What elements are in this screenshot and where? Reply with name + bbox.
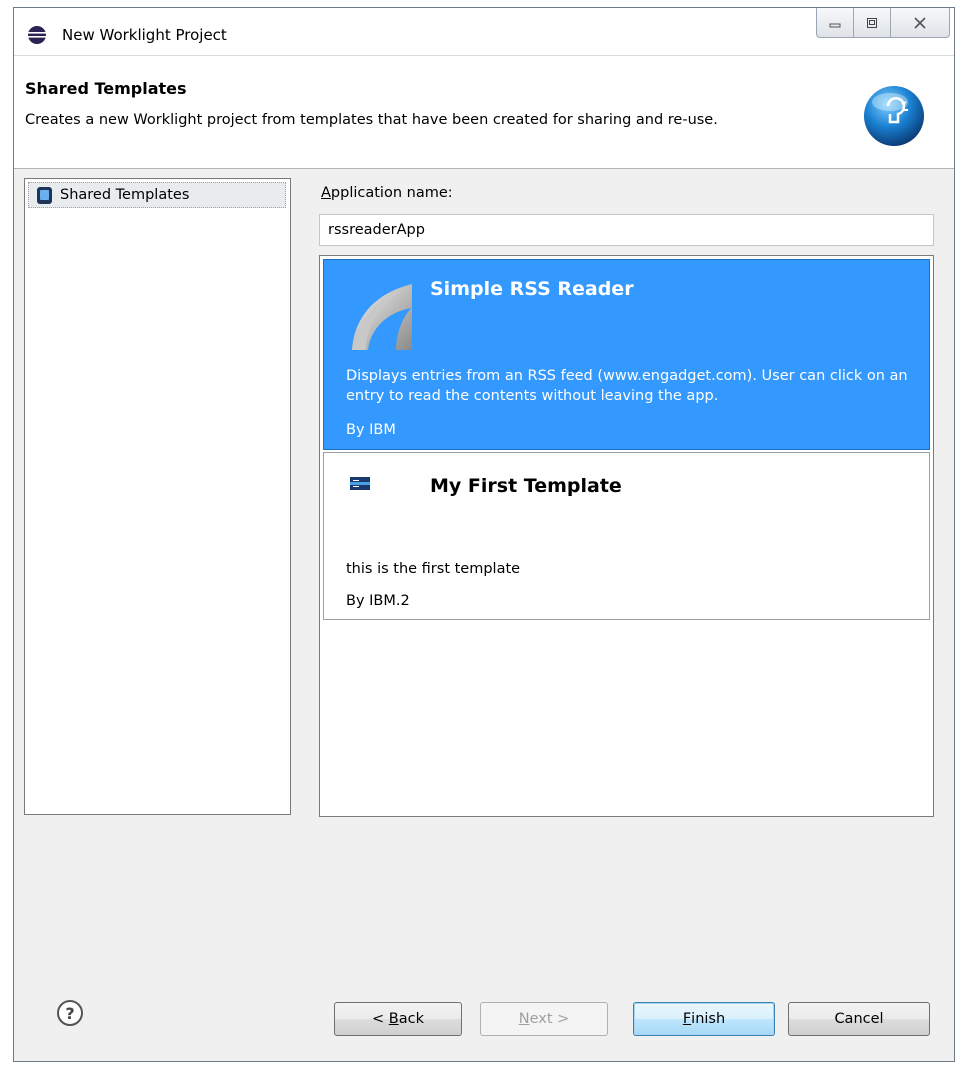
- template-item-my-first-template[interactable]: My First Template this is the first temp…: [323, 452, 930, 620]
- template-item-simple-rss-reader[interactable]: Simple RSS Reader Displays entries from …: [323, 259, 930, 450]
- tree-item-label: Shared Templates: [60, 187, 190, 203]
- minimize-button[interactable]: [816, 8, 854, 38]
- worklight-logo-icon: [864, 86, 924, 146]
- restore-icon: [867, 17, 877, 28]
- template-description: this is the first template: [346, 561, 521, 577]
- window-controls: [816, 8, 950, 38]
- rss-icon: [352, 284, 412, 350]
- restore-button[interactable]: [853, 8, 891, 38]
- close-icon: [914, 16, 926, 29]
- close-button[interactable]: [890, 8, 950, 38]
- template-author: By IBM.2: [346, 593, 410, 609]
- next-button[interactable]: Next >: [480, 1002, 608, 1036]
- back-button[interactable]: < Back: [334, 1002, 462, 1036]
- template-title: My First Template: [430, 475, 622, 497]
- help-button[interactable]: ?: [57, 1000, 83, 1026]
- tree-item-shared-templates[interactable]: Shared Templates: [28, 182, 286, 208]
- page-description: Creates a new Worklight project from tem…: [25, 112, 718, 128]
- help-icon: ?: [65, 1003, 75, 1023]
- category-tree[interactable]: Shared Templates: [24, 178, 291, 815]
- eclipse-icon: [28, 26, 46, 44]
- ibm-logo-icon: [350, 477, 370, 490]
- template-list[interactable]: Simple RSS Reader Displays entries from …: [319, 255, 934, 817]
- application-name-label: Application name:: [321, 185, 453, 201]
- template-description: Displays entries from an RSS feed (www.e…: [346, 368, 908, 404]
- page-title: Shared Templates: [25, 79, 187, 98]
- template-title: Simple RSS Reader: [430, 278, 634, 300]
- finish-button[interactable]: Finish: [633, 1002, 775, 1036]
- application-name-input[interactable]: rssreaderApp: [319, 214, 934, 246]
- window-title: New Worklight Project: [62, 26, 227, 44]
- title-bar: New Worklight Project: [14, 8, 954, 56]
- wizard-header: Shared Templates Creates a new Worklight…: [14, 56, 954, 169]
- dialog-window: New Worklight Project Shared Templates C…: [13, 7, 955, 1062]
- cancel-button[interactable]: Cancel: [788, 1002, 930, 1036]
- mobile-device-icon: [37, 186, 52, 204]
- template-author: By IBM: [346, 422, 396, 438]
- minimize-icon: [829, 23, 841, 27]
